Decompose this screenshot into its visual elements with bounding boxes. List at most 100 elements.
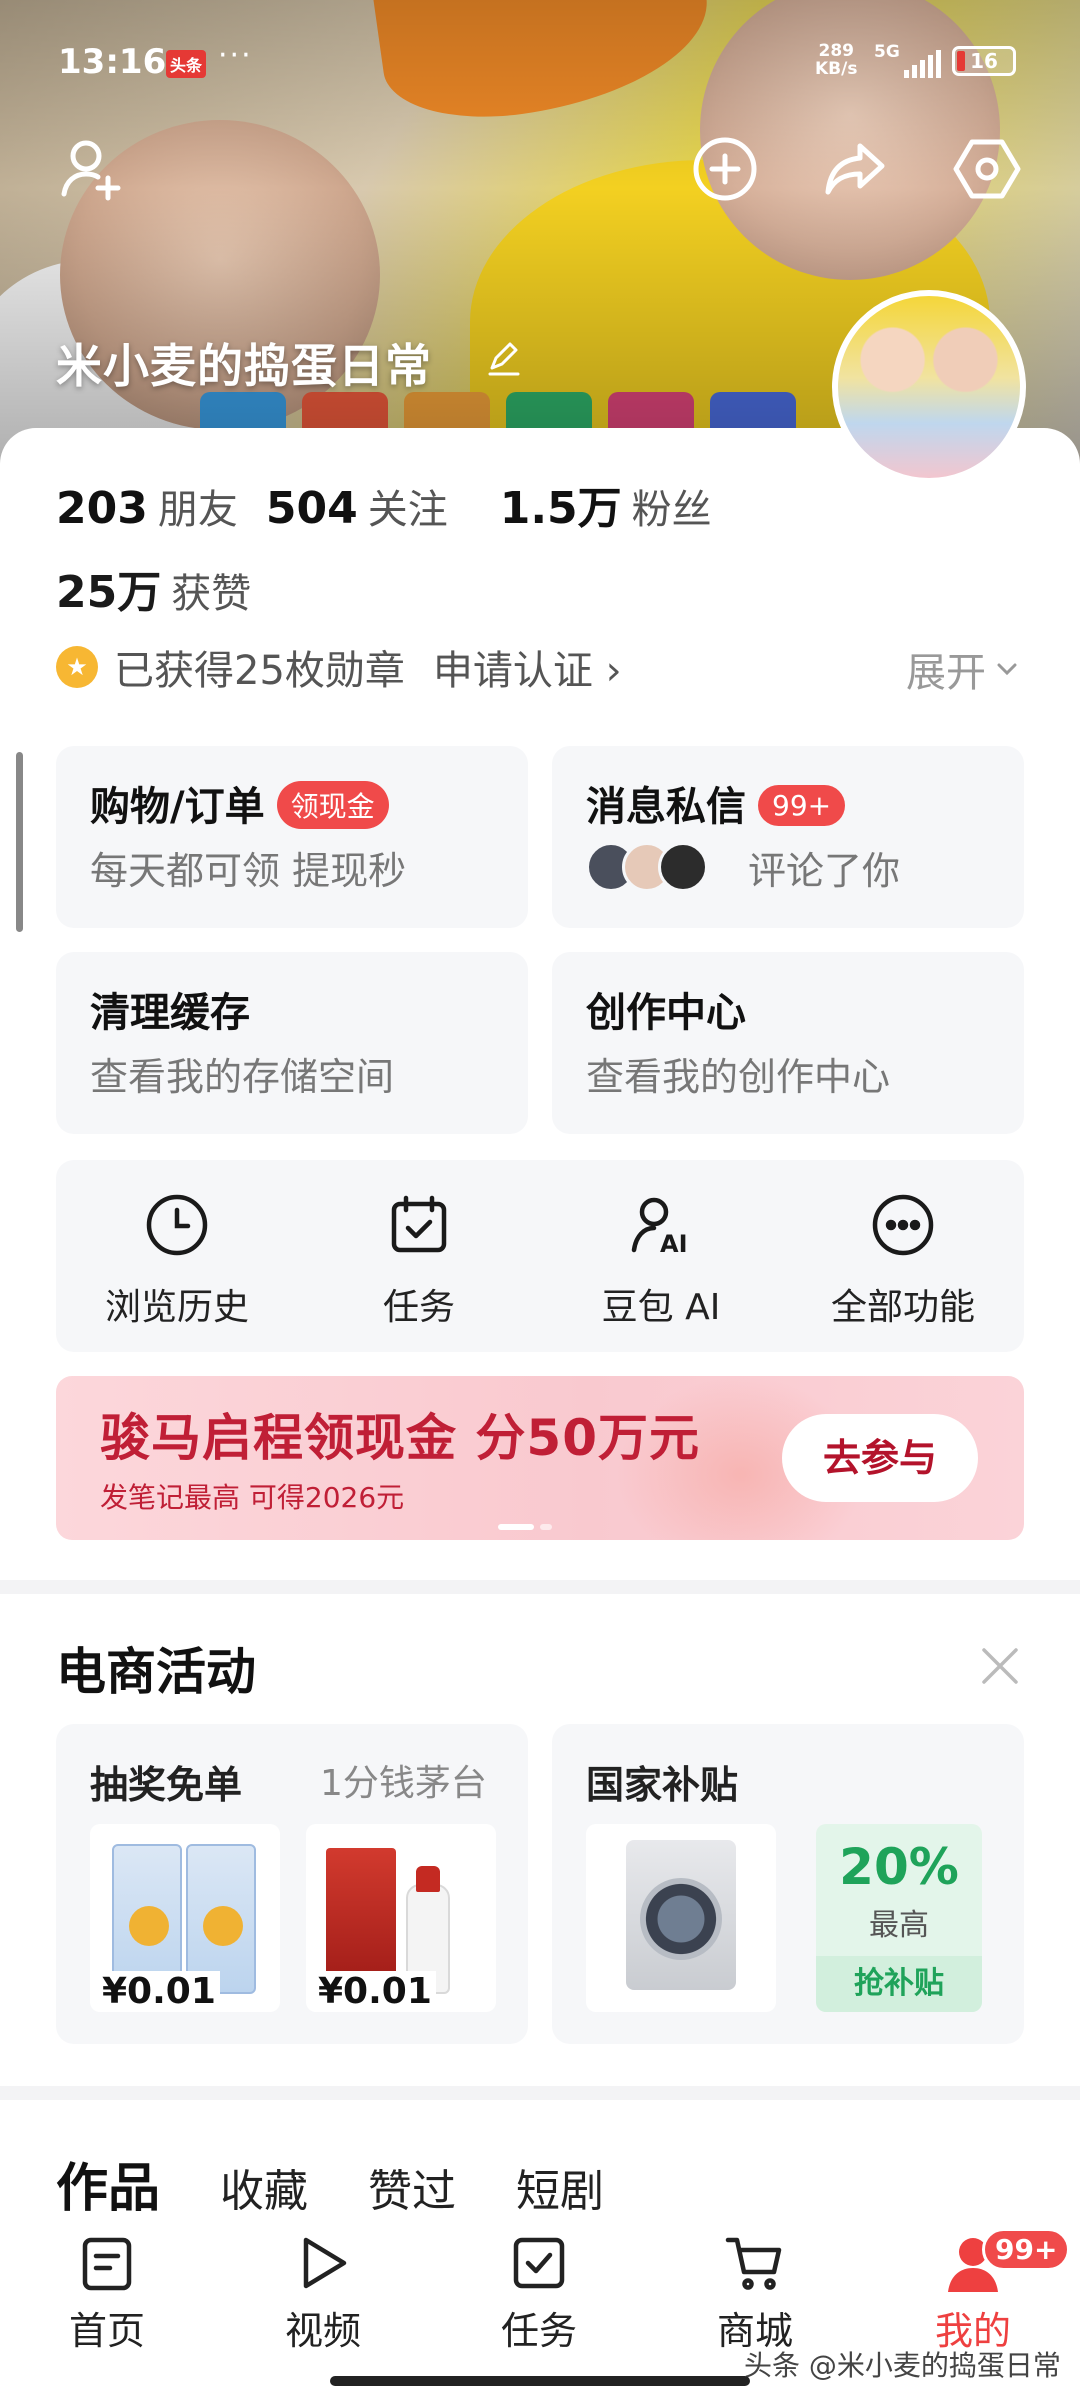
grab-subsidy-button[interactable]: 抢补贴 xyxy=(816,1956,982,2012)
nav-home[interactable]: 首页 xyxy=(42,2232,172,2362)
subsidy-title: 国家补贴 xyxy=(586,1763,739,1807)
following-label[interactable]: 关注 xyxy=(368,477,448,535)
nav-me-badge: 99+ xyxy=(982,2228,1071,2271)
following-count[interactable]: 504 xyxy=(266,483,358,534)
nav-label: 视频 xyxy=(284,2309,361,2353)
washing-machine-image xyxy=(626,1840,736,1990)
friends-label[interactable]: 朋友 xyxy=(158,477,238,535)
verify-label: 申请认证 xyxy=(432,648,593,694)
network-speed-unit: KB/s xyxy=(815,59,858,79)
washer-product[interactable] xyxy=(586,1824,776,2012)
edit-icon[interactable] xyxy=(484,338,524,378)
badges-row[interactable]: 已获得25枚勋章 申请认证 › xyxy=(56,638,622,696)
cache-subtitle: 查看我的存储空间 xyxy=(90,1055,395,1099)
chevron-right-icon: › xyxy=(605,648,622,694)
cart-icon xyxy=(724,2232,786,2294)
lottery-subtitle: 1分钱茅台 xyxy=(320,1763,487,1804)
subsidy-offer[interactable]: 20% 最高 抢补贴 xyxy=(816,1824,982,2012)
share-icon[interactable] xyxy=(820,134,890,204)
add-friend-icon[interactable] xyxy=(56,134,126,204)
shortcut-all-features[interactable]: 全部功能 xyxy=(782,1160,1024,1352)
tab-short-drama[interactable]: 短剧 xyxy=(516,2155,604,2219)
liquor-box-image xyxy=(326,1848,396,1978)
shopping-orders-card[interactable]: 购物/订单 领现金 每天都可领 提现秒 xyxy=(56,746,528,928)
watermark: 头条 @米小麦的捣蛋日常 xyxy=(744,2349,1061,2382)
shopping-title: 购物/订单 xyxy=(90,784,265,830)
join-button[interactable]: 去参与 xyxy=(782,1414,978,1502)
promo-banner[interactable]: 骏马启程领现金 分50万元 发笔记最高 可得2026元 去参与 xyxy=(56,1376,1024,1540)
profile-name: 米小麦的捣蛋日常 xyxy=(56,339,432,393)
more-circle-icon xyxy=(870,1192,936,1258)
settings-icon[interactable] xyxy=(952,134,1022,204)
expand-button[interactable]: 展开 xyxy=(906,640,1020,698)
close-icon[interactable] xyxy=(978,1644,1022,1688)
tab-works[interactable]: 作品 xyxy=(56,2146,160,2221)
banner-title: 骏马启程领现金 分50万元 xyxy=(100,1409,700,1467)
messages-title: 消息私信 xyxy=(586,784,746,830)
content-tabs: 作品 收藏 赞过 短剧 xyxy=(56,2146,604,2221)
friends-count[interactable]: 203 xyxy=(56,483,148,534)
likes-count: 25万 xyxy=(56,567,162,618)
status-more-icon: ··· xyxy=(218,38,253,73)
followers-label[interactable]: 粉丝 xyxy=(632,477,712,535)
medal-icon xyxy=(56,646,98,688)
creator-subtitle: 查看我的创作中心 xyxy=(586,1055,891,1099)
creator-title: 创作中心 xyxy=(586,990,746,1036)
verify-link[interactable]: 申请认证 › xyxy=(433,638,622,696)
shortcut-doubao-ai[interactable]: AI 豆包 AI xyxy=(540,1160,782,1352)
shortcut-label: 任务 xyxy=(382,1287,455,1328)
clear-cache-card[interactable]: 清理缓存 查看我的存储空间 xyxy=(56,952,528,1134)
badges-text[interactable]: 已获得25枚勋章 xyxy=(114,638,405,696)
signal-icon xyxy=(904,50,941,78)
likes-stat: 25万 获赞 xyxy=(56,556,251,620)
cash-pill: 领现金 xyxy=(276,781,389,829)
chevron-down-icon xyxy=(997,663,1017,676)
followers-count[interactable]: 1.5万 xyxy=(500,472,622,536)
tab-favorites[interactable]: 收藏 xyxy=(220,2155,308,2219)
status-time: 13:16 xyxy=(58,42,167,82)
lottery-title: 抽奖免单 xyxy=(90,1763,243,1807)
liquor-product[interactable]: ¥0.01 xyxy=(306,1824,496,2012)
network-speed-value: 289 xyxy=(818,41,854,61)
svg-text:AI: AI xyxy=(660,1230,688,1258)
expand-label: 展开 xyxy=(906,650,986,696)
likes-label: 获赞 xyxy=(171,571,252,617)
message-avatar xyxy=(658,842,708,892)
ecommerce-section-title: 电商活动 xyxy=(56,1643,256,1701)
banner-pager xyxy=(498,1524,552,1530)
nav-tasks[interactable]: 任务 xyxy=(474,2232,604,2362)
rice-product[interactable]: ¥0.01 xyxy=(90,1824,280,2012)
messages-subtitle: 评论了你 xyxy=(748,849,901,893)
messages-card-title: 消息私信 99+ xyxy=(586,774,846,832)
home-indicator[interactable] xyxy=(330,2376,750,2386)
message-avatars xyxy=(586,842,708,892)
shortcut-tasks[interactable]: 任务 xyxy=(298,1160,540,1352)
national-subsidy-card[interactable]: 国家补贴 20% 最高 抢补贴 xyxy=(552,1724,1024,2044)
add-circle-icon[interactable] xyxy=(690,134,760,204)
creator-center-card[interactable]: 创作中心 查看我的创作中心 xyxy=(552,952,1024,1134)
avatar[interactable] xyxy=(832,290,1026,484)
home-doc-icon xyxy=(76,2232,138,2294)
shortcut-history[interactable]: 浏览历史 xyxy=(56,1160,298,1352)
nav-mall[interactable]: 商城 xyxy=(690,2232,820,2362)
product-price: ¥0.01 xyxy=(314,1971,436,2012)
shortcut-label: 全部功能 xyxy=(830,1287,975,1328)
shopping-subtitle: 每天都可领 提现秒 xyxy=(90,849,407,893)
shortcuts-row: 浏览历史 任务 AI 豆包 AI 全部功能 xyxy=(56,1160,1024,1352)
product-price: ¥0.01 xyxy=(98,1971,220,2012)
shortcut-label: 浏览历史 xyxy=(104,1287,249,1328)
section-divider xyxy=(0,2086,1080,2100)
messages-card[interactable]: 消息私信 99+ 评论了你 xyxy=(552,746,1024,928)
network-type: 5G xyxy=(874,42,900,62)
scrollbar[interactable] xyxy=(16,752,23,932)
lottery-card[interactable]: 抽奖免单 1分钱茅台 ¥0.01 ¥0.01 xyxy=(56,1724,528,2044)
shortcut-label: 豆包 AI xyxy=(601,1287,721,1328)
cache-title: 清理缓存 xyxy=(90,990,250,1036)
section-divider xyxy=(0,1580,1080,1594)
toutiao-status-icon: 头条 xyxy=(166,50,207,78)
subsidy-percent: 20% xyxy=(839,1838,959,1896)
nav-video[interactable]: 视频 xyxy=(258,2232,388,2362)
tab-liked[interactable]: 赞过 xyxy=(368,2155,456,2219)
messages-badge: 99+ xyxy=(758,784,846,826)
profile-screen: { "status_bar": { "time": "13:16", "app_… xyxy=(0,0,1080,2400)
